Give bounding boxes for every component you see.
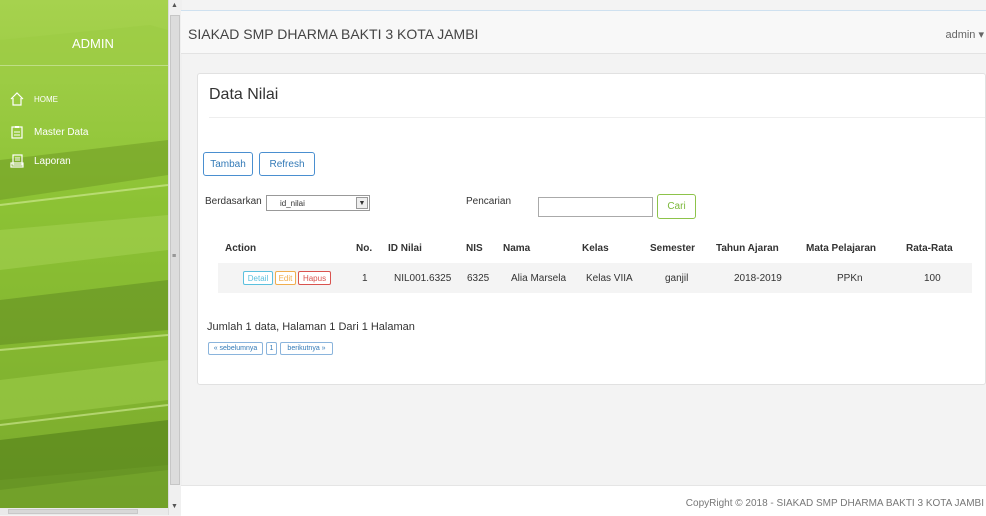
- copyright-text: CopyRight © 2018 - SIAKAD SMP DHARMA BAK…: [685, 498, 984, 509]
- column-header: Semester: [650, 243, 696, 254]
- refresh-button[interactable]: Refresh: [259, 152, 315, 176]
- sidebar-item-label: HOME: [34, 94, 58, 104]
- brand[interactable]: ADMIN: [0, 10, 168, 66]
- data-panel: Data Nilai: [197, 73, 986, 385]
- column-header: Nama: [503, 243, 531, 254]
- filter-label: Berdasarkan: [205, 196, 262, 207]
- sidebar-item-label: Master Data: [34, 126, 89, 138]
- home-icon: [10, 92, 24, 106]
- cell-tahun-ajaran: 2018-2019: [734, 273, 782, 284]
- scroll-up-icon[interactable]: ▲: [171, 2, 178, 9]
- prev-page-button[interactable]: « sebelumnya: [208, 342, 263, 355]
- search-label: Pencarian: [466, 196, 512, 207]
- search-input[interactable]: [538, 197, 653, 217]
- sidebar-item-master-data[interactable]: Master Data: [10, 123, 88, 141]
- next-page-button[interactable]: berikutnya »: [280, 342, 333, 355]
- user-menu[interactable]: admin ▾: [945, 28, 984, 41]
- filter-select-value: id_nilai: [280, 199, 305, 208]
- brand-title: ADMIN: [72, 36, 114, 51]
- scrollbar-thumb[interactable]: [8, 509, 138, 514]
- column-header: NIS: [466, 243, 483, 254]
- books-background-illustration: [0, 25, 168, 515]
- sidebar-horizontal-scrollbar[interactable]: [0, 508, 168, 515]
- cell-nama: Alia Marsela: [511, 273, 567, 284]
- cell-rata-rata: 100: [924, 273, 941, 284]
- delete-button[interactable]: Hapus: [298, 271, 331, 285]
- scroll-down-icon[interactable]: ▼: [171, 503, 178, 510]
- app-title[interactable]: SIAKAD SMP DHARMA BAKTI 3 KOTA JAMBI: [188, 26, 478, 42]
- filter-select[interactable]: id_nilai ▼: [266, 195, 370, 211]
- column-header: Rata-Rata: [906, 243, 953, 254]
- column-header: Kelas: [582, 243, 609, 254]
- column-header: Tahun Ajaran: [716, 243, 779, 254]
- column-header: Action: [225, 243, 257, 254]
- sidebar-item-label: Laporan: [34, 155, 71, 167]
- detail-button[interactable]: Detail: [243, 271, 273, 285]
- page-title: Data Nilai: [209, 86, 279, 103]
- cell-id-nilai: NIL001.6325: [394, 273, 452, 284]
- column-header: ID Nilai: [388, 243, 422, 254]
- sidebar-item-home[interactable]: HOME: [10, 90, 58, 108]
- column-header: Mata Pelajaran: [806, 243, 877, 254]
- divider: [209, 117, 985, 118]
- cell-semester: ganjil: [665, 273, 689, 284]
- sidebar-item-laporan[interactable]: Laporan: [10, 152, 71, 170]
- cell-mata-pelajaran: PPKn: [837, 273, 863, 284]
- pagination-summary: Jumlah 1 data, Halaman 1 Dari 1 Halaman: [207, 321, 415, 333]
- footer: CopyRight © 2018 - SIAKAD SMP DHARMA BAK…: [181, 485, 986, 516]
- report-icon: [10, 154, 24, 168]
- cell-no: 1: [362, 273, 368, 284]
- search-button[interactable]: Cari: [657, 194, 696, 219]
- add-button[interactable]: Tambah: [203, 152, 253, 176]
- scrollbar-thumb[interactable]: [170, 15, 180, 485]
- sidebar: ADMIN HOME Master Data Laporan: [0, 0, 168, 515]
- resize-grip-icon[interactable]: ≡: [172, 253, 176, 260]
- edit-button[interactable]: Edit: [275, 271, 296, 285]
- cell-nis: 6325: [467, 273, 490, 284]
- frame-vertical-scrollbar[interactable]: ▲ ≡ ▼: [168, 0, 182, 515]
- page-number-button[interactable]: 1: [266, 342, 277, 355]
- clipboard-icon: [11, 126, 23, 139]
- cell-kelas: Kelas VIIA: [586, 273, 633, 284]
- chevron-down-icon[interactable]: ▼: [356, 197, 368, 209]
- top-navbar: SIAKAD SMP DHARMA BAKTI 3 KOTA JAMBI adm…: [181, 10, 986, 54]
- column-header: No.: [356, 243, 373, 254]
